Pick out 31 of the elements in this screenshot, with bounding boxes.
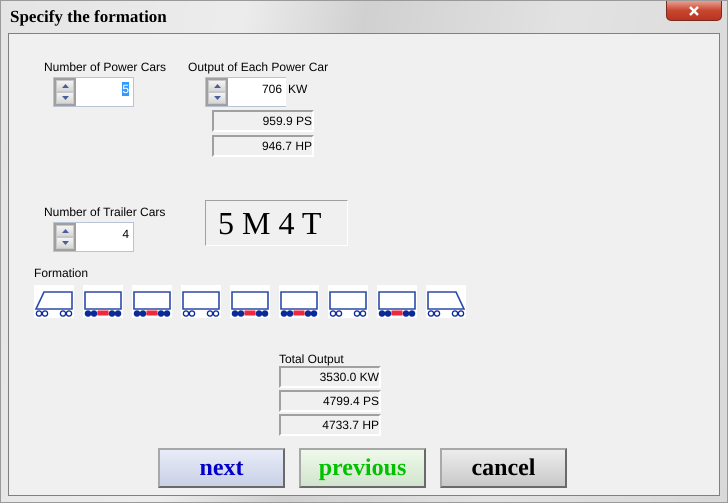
unit-label: KW (288, 82, 308, 96)
increment-button[interactable] (208, 80, 226, 92)
up-arrow-icon (62, 84, 68, 88)
increment-button[interactable] (56, 80, 74, 92)
decrement-button[interactable] (56, 92, 74, 104)
decrement-button[interactable] (208, 92, 226, 104)
section-label: Total Output (279, 352, 345, 366)
down-arrow-icon (62, 241, 68, 245)
increment-button[interactable] (56, 225, 74, 237)
field-label: Number of Trailer Cars (44, 205, 166, 219)
dialog-button[interactable]: next (158, 448, 285, 488)
up-arrow-icon (214, 84, 220, 88)
readout-field: 3530.0 KW (279, 366, 381, 388)
number-spinner[interactable]: 4 (53, 222, 134, 252)
close-icon (687, 6, 701, 16)
number-spinner[interactable]: 706 (205, 77, 286, 107)
down-arrow-icon (214, 96, 220, 100)
up-arrow-icon (62, 229, 68, 233)
formation-summary: 5 M 4 T (205, 200, 348, 246)
down-arrow-icon (62, 96, 68, 100)
field-label: Number of Power Cars (44, 60, 168, 74)
dialog-button[interactable]: cancel (440, 448, 567, 488)
readout-field: 959.9 PS (212, 110, 314, 132)
section-label: Formation (34, 266, 90, 280)
readout-field: 4733.7 HP (279, 414, 381, 436)
decrement-button[interactable] (56, 237, 74, 249)
readout-field: 946.7 HP (212, 135, 314, 157)
close-button[interactable] (666, 1, 722, 21)
field-label: Output of Each Power Car (188, 60, 328, 74)
window-title: Specify the formation (10, 7, 167, 27)
readout-field: 4799.4 PS (279, 390, 381, 412)
